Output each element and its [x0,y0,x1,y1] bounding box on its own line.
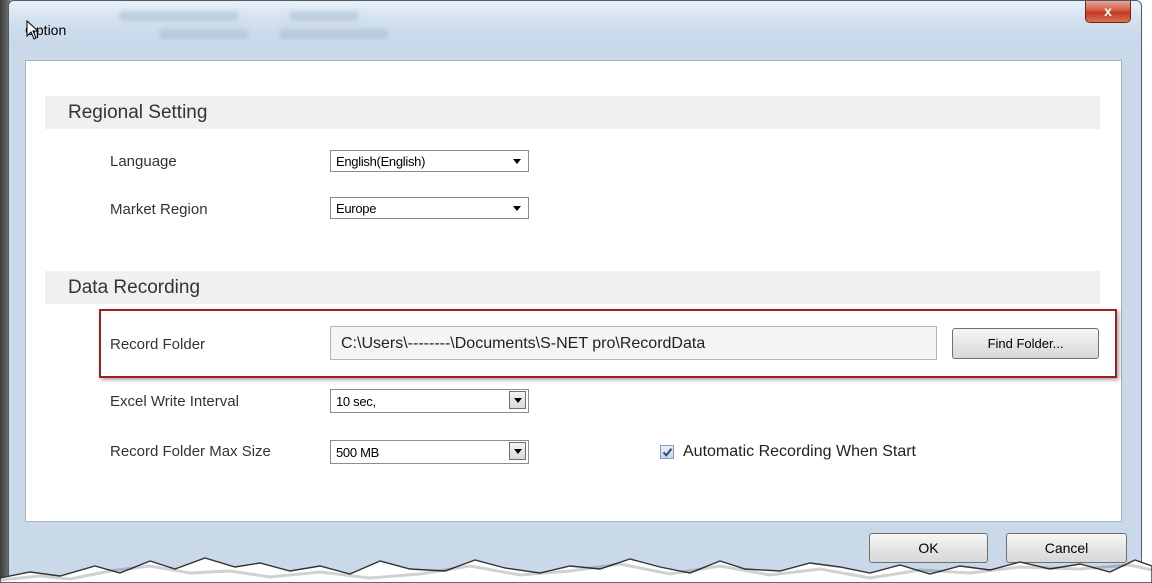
blurred-title-decoration [279,29,389,39]
blurred-title-decoration [119,11,239,21]
title-bar: Option x [9,1,1141,49]
market-region-label: Market Region [110,201,208,218]
data-recording-header: Data Recording [45,271,1100,304]
dropdown-arrow-icon[interactable] [509,391,526,409]
regional-setting-header: Regional Setting [45,96,1100,129]
language-value: English(English) [336,154,426,169]
language-dropdown[interactable]: English(English) [330,150,529,172]
regional-setting-title: Regional Setting [68,102,208,123]
ok-button[interactable]: OK [869,533,988,563]
excel-write-interval-label: Excel Write Interval [110,393,239,410]
record-folder-max-size-label: Record Folder Max Size [110,443,271,460]
blurred-title-decoration [159,29,249,39]
record-folder-max-size-value: 500 MB [336,445,380,460]
checkmark-icon [662,448,673,457]
auto-recording-label: Automatic Recording When Start [683,443,916,460]
close-icon: x [1104,3,1112,19]
market-region-dropdown[interactable]: Europe [330,197,529,219]
language-label: Language [110,153,177,170]
cancel-button[interactable]: Cancel [1006,533,1127,563]
excel-write-interval-dropdown[interactable]: 10 sec, [330,389,529,413]
record-folder-max-size-dropdown[interactable]: 500 MB [330,440,529,464]
mouse-cursor-icon [26,20,40,40]
data-recording-title: Data Recording [68,277,201,298]
auto-recording-checkbox[interactable] [660,445,674,459]
dropdown-arrow-icon[interactable] [509,442,526,460]
chevron-down-icon [513,159,521,164]
record-folder-highlight [99,309,1117,378]
blurred-title-decoration [289,11,359,21]
market-region-value: Europe [336,201,377,216]
close-button[interactable]: x [1085,1,1131,23]
chevron-down-icon [513,206,521,211]
excel-write-interval-value: 10 sec, [336,394,376,409]
